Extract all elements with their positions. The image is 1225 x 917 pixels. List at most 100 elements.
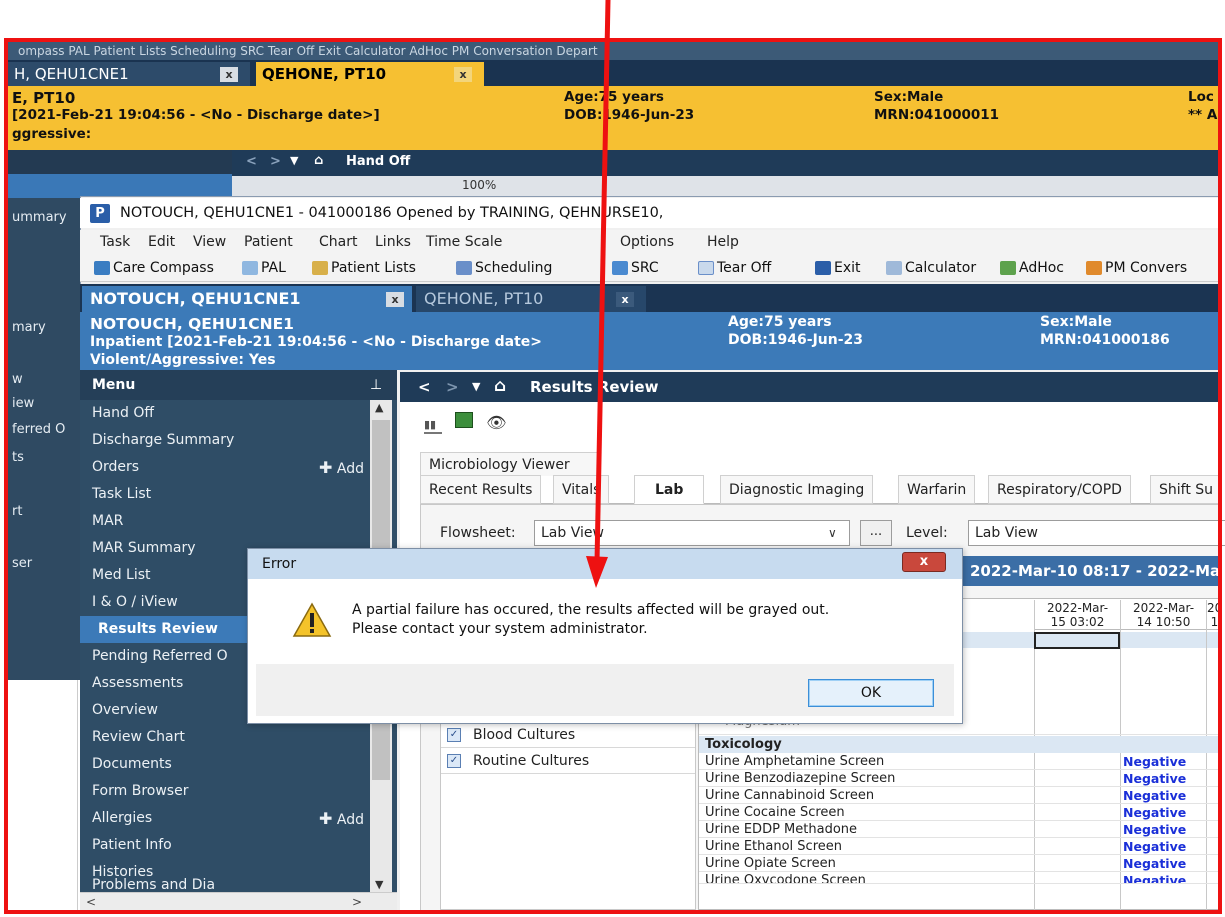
background-menu-fragment[interactable]: iew xyxy=(12,396,34,411)
background-tab-qehone[interactable]: QEHONE, PT10 x xyxy=(256,62,484,86)
zoom-level[interactable]: 100% xyxy=(462,178,496,192)
background-menu-fragment[interactable]: ser xyxy=(12,556,32,571)
menu-item-review-chart[interactable]: Review Chart xyxy=(80,724,370,751)
menu-item-problems[interactable]: Problems and Dia xyxy=(80,878,370,892)
menu-time-scale[interactable]: Time Scale xyxy=(426,230,502,254)
background-menu-fragment[interactable]: ummary xyxy=(12,210,67,225)
table-row[interactable]: Urine EDDP Methadone Negative xyxy=(699,821,1222,838)
menu-item-allergies[interactable]: Allergies ✚ Add xyxy=(80,805,370,832)
result-value[interactable]: Negative xyxy=(1123,872,1186,883)
tab-notouch[interactable]: NOTOUCH, QEHU1CNE1 x xyxy=(82,286,412,312)
forward-arrow-icon[interactable]: > xyxy=(446,372,459,402)
result-value[interactable]: Negative xyxy=(1123,770,1186,787)
selected-cell[interactable] xyxy=(1034,632,1120,649)
table-row[interactable]: Urine Opiate Screen Negative xyxy=(699,855,1222,872)
chevron-down-icon[interactable]: ∨ xyxy=(828,520,837,546)
menu-options[interactable]: Options xyxy=(620,230,674,254)
result-value[interactable]: Negative xyxy=(1123,821,1186,838)
close-icon[interactable]: x xyxy=(454,67,472,82)
scroll-right-icon[interactable]: > xyxy=(352,893,362,911)
table-row[interactable]: Urine Benzodiazepine Screen Negative xyxy=(699,770,1222,787)
result-value[interactable]: Negative xyxy=(1123,804,1186,821)
src-button[interactable]: SRC xyxy=(612,254,659,282)
menu-item-mar[interactable]: MAR xyxy=(80,508,370,535)
flowsheet-more-button[interactable]: ... xyxy=(860,520,892,546)
adhoc-button[interactable]: AdHoc xyxy=(1000,254,1064,282)
list-item-routine-cultures[interactable]: ✓ Routine Cultures xyxy=(441,748,695,774)
care-compass-button[interactable]: Care Compass xyxy=(94,254,214,282)
background-menu-fragment[interactable]: ts xyxy=(12,450,24,465)
eye-icon[interactable]: 👁 xyxy=(486,413,508,432)
level-select[interactable]: Lab View xyxy=(968,520,1225,546)
background-tab-notouch[interactable]: H, QEHU1CNE1 x xyxy=(8,62,250,86)
menu-patient[interactable]: Patient xyxy=(244,230,293,254)
tab-qehone[interactable]: QEHONE, PT10 x xyxy=(416,286,646,312)
scheduling-button[interactable]: Scheduling xyxy=(456,254,552,282)
close-icon[interactable]: x xyxy=(616,292,634,307)
checkbox-checked-icon[interactable]: ✓ xyxy=(447,728,461,742)
pm-conversation-button[interactable]: PM Convers xyxy=(1086,254,1187,282)
menu-links[interactable]: Links xyxy=(375,230,411,254)
allergies-add-button[interactable]: ✚ Add xyxy=(319,805,364,834)
result-value[interactable]: Negative xyxy=(1123,838,1186,855)
tab-diagnostic-imaging[interactable]: Diagnostic Imaging xyxy=(720,475,874,504)
column-header[interactable]: 2022-Mar- 15 03:02 xyxy=(1034,600,1120,630)
back-arrow-icon[interactable]: < xyxy=(418,372,431,402)
bar-chart-icon[interactable]: ▮▮ xyxy=(424,418,442,434)
flowsheet-select[interactable]: Lab View xyxy=(534,520,850,546)
patient-lists-button[interactable]: Patient Lists xyxy=(312,254,416,282)
exit-button[interactable]: Exit xyxy=(815,254,861,282)
back-arrow-icon[interactable]: < xyxy=(246,154,257,169)
scroll-left-icon[interactable]: < xyxy=(86,893,96,911)
menu-help[interactable]: Help xyxy=(707,230,739,254)
menu-item-hand-off[interactable]: Hand Off xyxy=(80,400,370,427)
menu-view[interactable]: View xyxy=(193,230,226,254)
dropdown-arrow-icon[interactable]: ▼ xyxy=(290,154,298,167)
pal-button[interactable]: PAL xyxy=(242,254,286,282)
checkbox-checked-icon[interactable]: ✓ xyxy=(447,754,461,768)
tab-microbiology-viewer[interactable]: Microbiology Viewer xyxy=(420,452,600,476)
menu-edit[interactable]: Edit xyxy=(148,230,175,254)
tab-recent-results[interactable]: Recent Results xyxy=(420,475,542,504)
tab-warfarin[interactable]: Warfarin xyxy=(898,475,976,504)
pin-icon[interactable]: ⊥ xyxy=(370,370,382,400)
graph-view-icon[interactable] xyxy=(455,412,474,428)
result-value[interactable]: Negative xyxy=(1123,787,1186,804)
result-value[interactable]: Negative xyxy=(1123,753,1186,770)
dialog-close-button[interactable]: x xyxy=(902,552,946,572)
menu-horizontal-scrollbar[interactable]: < > xyxy=(80,892,397,910)
menu-chart[interactable]: Chart xyxy=(319,230,357,254)
dropdown-arrow-icon[interactable]: ▼ xyxy=(472,372,480,402)
home-icon[interactable]: ⌂ xyxy=(494,371,506,401)
menu-item-discharge-summary[interactable]: Discharge Summary xyxy=(80,427,370,454)
close-icon[interactable]: x xyxy=(220,67,238,82)
table-row[interactable]: Urine Cannabinoid Screen Negative xyxy=(699,787,1222,804)
orders-add-button[interactable]: ✚ Add xyxy=(319,454,364,483)
home-icon[interactable]: ⌂ xyxy=(314,153,323,168)
menu-item-task-list[interactable]: Task List xyxy=(80,481,370,508)
background-menu-fragment[interactable]: ferred O xyxy=(12,422,65,437)
menu-item-documents[interactable]: Documents xyxy=(80,751,370,778)
table-row[interactable]: Urine Cocaine Screen Negative xyxy=(699,804,1222,821)
list-item-blood-cultures[interactable]: ✓ Blood Cultures xyxy=(441,722,695,748)
menu-item-form-browser[interactable]: Form Browser xyxy=(80,778,370,805)
tab-shift-summary[interactable]: Shift Su xyxy=(1150,475,1223,504)
table-row[interactable]: Urine Ethanol Screen Negative xyxy=(699,838,1222,855)
table-row[interactable]: Urine Oxycodone Screen Negative xyxy=(699,872,1222,884)
result-value[interactable]: Negative xyxy=(1123,855,1186,872)
column-header[interactable]: 20 1 xyxy=(1206,600,1222,630)
forward-arrow-icon[interactable]: > xyxy=(270,154,281,169)
menu-item-orders[interactable]: Orders ✚ Add xyxy=(80,454,370,481)
tab-lab[interactable]: Lab xyxy=(634,475,705,504)
menu-item-patient-info[interactable]: Patient Info xyxy=(80,832,370,859)
scroll-down-icon[interactable]: ▼ xyxy=(375,878,383,891)
background-menu-fragment[interactable]: mary xyxy=(12,320,46,335)
ok-button[interactable]: OK xyxy=(808,679,934,707)
menu-task[interactable]: Task xyxy=(100,230,130,254)
background-menu-fragment[interactable]: rt xyxy=(12,504,22,519)
calculator-button[interactable]: Calculator xyxy=(886,254,976,282)
tab-respiratory-copd[interactable]: Respiratory/COPD xyxy=(988,475,1131,504)
close-icon[interactable]: x xyxy=(386,292,404,307)
background-menu-fragment[interactable]: w xyxy=(12,372,23,387)
tear-off-button[interactable]: Tear Off xyxy=(698,254,771,282)
